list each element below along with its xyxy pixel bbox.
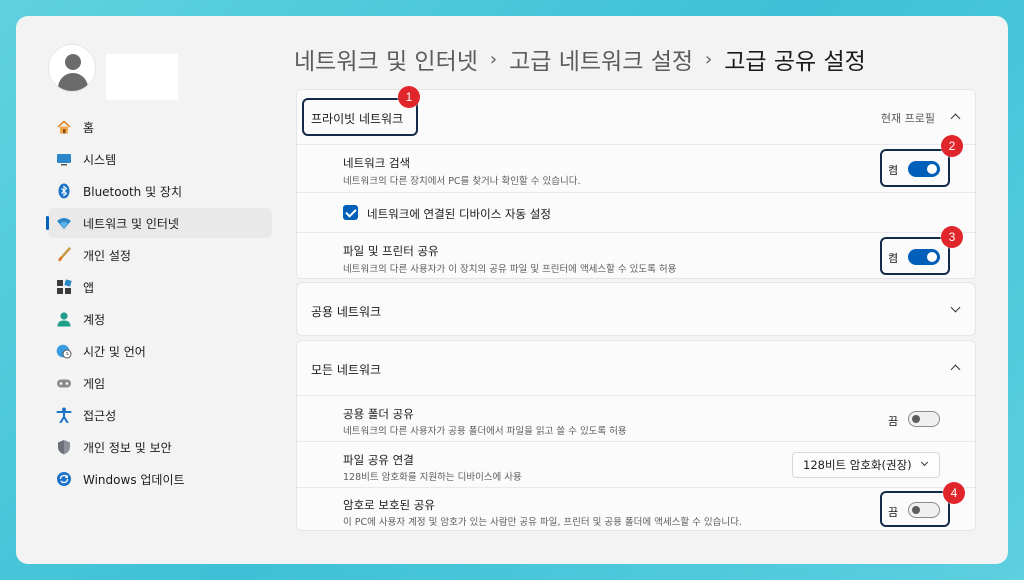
wifi-icon	[56, 215, 72, 231]
public-network-title: 공용 네트워크	[311, 305, 382, 319]
password-protected-sharing-row: 암호로 보호된 공유 이 PC에 사용자 계정 및 암호가 있는 사람만 공유 …	[297, 487, 975, 532]
all-networks-card: 모든 네트워크 공용 폴더 공유 네트워크의 다른 사용자가 공용 폴더에서 파…	[296, 340, 976, 531]
file-sharing-connections-title: 파일 공유 연결	[343, 453, 414, 467]
annotation-badge-3: 3	[941, 226, 963, 248]
sidebar-item-label: 개인 정보 및 보안	[83, 440, 172, 455]
file-sharing-connections-desc: 128비트 암호화를 지원하는 디바이스에 사용	[343, 472, 522, 483]
all-networks-title: 모든 네트워크	[311, 363, 382, 377]
apps-icon	[56, 279, 72, 295]
user-name-redacted	[106, 54, 178, 100]
annotation-highlight-file-printer-toggle	[880, 237, 950, 275]
sidebar-item-label: 네트워크 및 인터넷	[83, 216, 179, 231]
sidebar-item-network[interactable]: 네트워크 및 인터넷	[46, 208, 272, 238]
password-protected-sharing-desc: 이 PC에 사용자 계정 및 암호가 있는 사람만 공유 파일, 프린터 및 공…	[343, 517, 742, 528]
file-printer-sharing-row: 파일 및 프린터 공유 네트워크의 다른 사용자가 이 장치의 공유 파일 및 …	[297, 232, 975, 280]
update-icon	[56, 471, 72, 487]
public-folder-sharing-row: 공용 폴더 공유 네트워크의 다른 사용자가 공용 폴더에서 파일을 읽고 쓸 …	[297, 395, 975, 441]
annotation-badge-1: 1	[398, 86, 420, 108]
sidebar-item-label: 시간 및 언어	[83, 344, 146, 359]
sidebar-item-label: 계정	[83, 312, 106, 327]
sidebar-item-label: 게임	[83, 376, 106, 391]
auto-setup-row: 네트워크에 연결된 디바이스 자동 설정	[297, 192, 975, 232]
sidebar-item-windows-update[interactable]: Windows 업데이트	[48, 464, 272, 494]
breadcrumb-separator: ›	[705, 48, 713, 70]
public-folder-sharing-title: 공용 폴더 공유	[343, 407, 414, 421]
clock-globe-icon	[56, 343, 72, 359]
annotation-highlight-discovery-toggle	[880, 149, 950, 187]
brush-icon	[56, 247, 72, 263]
breadcrumb-separator: ›	[489, 48, 498, 70]
annotation-badge-2: 2	[941, 135, 963, 157]
chevron-down-icon	[950, 302, 961, 313]
auto-setup-checkbox[interactable]	[343, 205, 358, 220]
breadcrumb: 네트워크 및 인터넷 › 고급 네트워크 설정 › 고급 공유 설정	[294, 42, 866, 76]
current-profile-label: 현재 프로필	[880, 112, 935, 125]
sidebar-item-home[interactable]: 홈	[48, 112, 272, 142]
sidebar-item-gaming[interactable]: 게임	[48, 368, 272, 398]
file-sharing-connections-row: 파일 공유 연결 128비트 암호화를 지원하는 디바이스에 사용 128비트 …	[297, 441, 975, 487]
chevron-up-icon	[950, 113, 961, 124]
public-folder-sharing-toggle[interactable]	[908, 411, 940, 427]
sidebar-item-accounts[interactable]: 계정	[48, 304, 272, 334]
shield-icon	[56, 439, 72, 455]
page-title: 고급 공유 설정	[724, 49, 866, 75]
file-printer-sharing-desc: 네트워크의 다른 사용자가 이 장치의 공유 파일 및 프린터에 액세스할 수 …	[343, 264, 677, 275]
sidebar-item-time-language[interactable]: 시간 및 언어	[48, 336, 272, 366]
chevron-down-icon	[920, 458, 929, 467]
password-protected-sharing-title: 암호로 보호된 공유	[343, 498, 435, 512]
gamepad-icon	[56, 375, 72, 391]
public-folder-sharing-desc: 네트워크의 다른 사용자가 공용 폴더에서 파일을 읽고 쓸 수 있도록 허용	[343, 426, 627, 437]
network-discovery-row: 네트워크 검색 네트워크의 다른 장치에서 PC를 찾거나 확인할 수 있습니다…	[297, 144, 975, 192]
account-icon	[56, 311, 72, 327]
annotation-badge-4: 4	[943, 482, 965, 504]
sidebar-item-system[interactable]: 시스템	[48, 144, 272, 174]
annotation-highlight-password-toggle	[880, 491, 950, 527]
bluetooth-icon	[56, 183, 72, 199]
sidebar-item-label: 홈	[83, 120, 95, 135]
avatar[interactable]	[48, 44, 96, 92]
encryption-dropdown-value: 128비트 암호화(권장)	[803, 458, 912, 472]
sidebar-item-label: 앱	[83, 280, 95, 295]
all-networks-header[interactable]: 모든 네트워크	[297, 341, 975, 395]
sidebar-item-label: Bluetooth 및 장치	[83, 184, 183, 199]
network-discovery-desc: 네트워크의 다른 장치에서 PC를 찾거나 확인할 수 있습니다.	[343, 176, 581, 187]
breadcrumb-network[interactable]: 네트워크 및 인터넷	[294, 42, 478, 76]
auto-setup-label: 네트워크에 연결된 디바이스 자동 설정	[367, 207, 551, 221]
sidebar-item-personalization[interactable]: 개인 설정	[48, 240, 272, 270]
settings-window: 홈 시스템 Bluetooth 및 장치 네트워크 및 인터넷 개인 설정 앱 …	[16, 16, 1008, 564]
sidebar-item-label: Windows 업데이트	[83, 472, 185, 487]
system-icon	[56, 151, 72, 167]
encryption-dropdown[interactable]: 128비트 암호화(권장)	[792, 452, 940, 478]
sidebar-item-accessibility[interactable]: 접근성	[48, 400, 272, 430]
public-network-card[interactable]: 공용 네트워크	[296, 282, 976, 336]
public-folder-sharing-state: 끔	[888, 415, 899, 428]
sidebar-item-label: 접근성	[83, 408, 117, 423]
sidebar-item-bluetooth[interactable]: Bluetooth 및 장치	[48, 176, 272, 206]
sidebar-item-privacy[interactable]: 개인 정보 및 보안	[48, 432, 272, 462]
home-icon	[56, 119, 72, 135]
file-printer-sharing-title: 파일 및 프린터 공유	[343, 244, 439, 258]
network-discovery-title: 네트워크 검색	[343, 156, 411, 170]
sidebar-item-label: 개인 설정	[83, 248, 131, 263]
sidebar-item-label: 시스템	[83, 152, 117, 167]
breadcrumb-advanced-network[interactable]: 고급 네트워크 설정	[509, 42, 693, 76]
accessibility-icon	[56, 407, 72, 424]
chevron-up-icon	[950, 364, 961, 375]
sidebar-nav: 홈 시스템 Bluetooth 및 장치 네트워크 및 인터넷 개인 설정 앱 …	[46, 112, 272, 496]
sidebar-item-apps[interactable]: 앱	[48, 272, 272, 302]
